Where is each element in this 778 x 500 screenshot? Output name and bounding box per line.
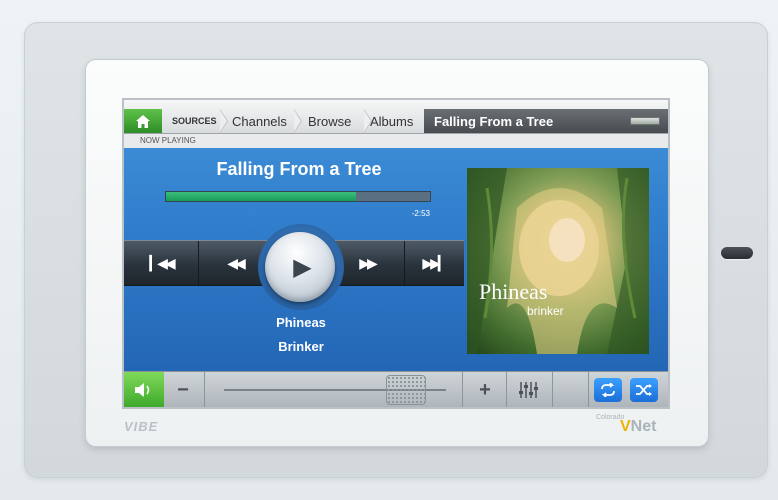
track-title: Falling From a Tree	[216, 159, 382, 179]
touch-screen: SOURCES Channels Browse Albums Falling F…	[124, 100, 668, 407]
artist-name: Phineas	[276, 315, 326, 330]
home-icon	[136, 114, 150, 128]
progress-bar[interactable]	[165, 191, 431, 202]
volume-slider-thumb[interactable]	[387, 376, 426, 404]
volume-down-icon: −	[177, 378, 189, 401]
breadcrumb-label: Browse	[308, 113, 352, 129]
next-track-button[interactable]: ▶▶▎	[404, 241, 464, 285]
album-art: Phineas brinker	[467, 168, 649, 354]
breadcrumb-channels[interactable]: Channels	[226, 109, 302, 133]
now-playing-label: NOW PLAYING	[124, 134, 668, 148]
album-art-title: Phineas	[479, 279, 548, 304]
home-button[interactable]	[124, 109, 162, 133]
shuffle-icon	[636, 384, 652, 396]
previous-track-icon: ▎◀◀	[149, 254, 175, 271]
play-button[interactable]: ▶	[265, 232, 335, 302]
progress-fill	[166, 192, 357, 201]
equalizer-icon	[519, 382, 538, 398]
maker-brand: VNet	[620, 418, 656, 436]
breadcrumb-current-label: Falling From a Tree	[434, 113, 554, 129]
device-brand: VIBE	[124, 419, 159, 434]
play-icon: ▶	[293, 253, 312, 281]
album-name: Brinker	[278, 339, 324, 354]
remaining-time: -2:53	[411, 209, 430, 218]
maker-brand-net: Net	[630, 418, 657, 435]
breadcrumb-browse[interactable]: Browse	[302, 109, 372, 133]
repeat-icon	[601, 383, 615, 397]
breadcrumb-label: Albums	[370, 113, 414, 129]
volume-up-button[interactable]: +	[470, 376, 500, 404]
album-art-subtitle: brinker	[527, 304, 564, 318]
breadcrumb-albums[interactable]: Albums	[364, 109, 432, 133]
volume-up-icon: +	[479, 378, 491, 401]
previous-track-button[interactable]: ▎◀◀	[124, 241, 199, 285]
volume-bar: − +	[124, 371, 668, 407]
next-track-icon: ▶▶▎	[422, 254, 448, 271]
breadcrumb-bar: SOURCES Channels Browse Albums Falling F…	[124, 100, 668, 134]
breadcrumb-label: Channels	[232, 113, 287, 129]
breadcrumb-sources[interactable]: SOURCES	[166, 109, 228, 133]
now-playing-panel: Falling From a Tree -2:53 ▎◀◀ ◀◀ ▶▶ ▶▶▎ …	[124, 148, 668, 371]
equalizer-button[interactable]	[510, 376, 546, 404]
shuffle-button[interactable]	[630, 378, 658, 402]
repeat-button[interactable]	[594, 378, 622, 402]
volume-down-button[interactable]: −	[168, 376, 198, 404]
fast-forward-icon: ▶▶	[359, 254, 377, 271]
menu-icon[interactable]	[630, 117, 660, 125]
breadcrumb-label: SOURCES	[172, 116, 217, 126]
maker-brand-v: V	[620, 418, 631, 435]
speaker-icon	[135, 383, 150, 397]
mute-button[interactable]	[124, 372, 164, 407]
rewind-icon: ◀◀	[227, 254, 245, 271]
wall-plate-button[interactable]	[721, 247, 753, 259]
album-art-image	[467, 168, 649, 354]
